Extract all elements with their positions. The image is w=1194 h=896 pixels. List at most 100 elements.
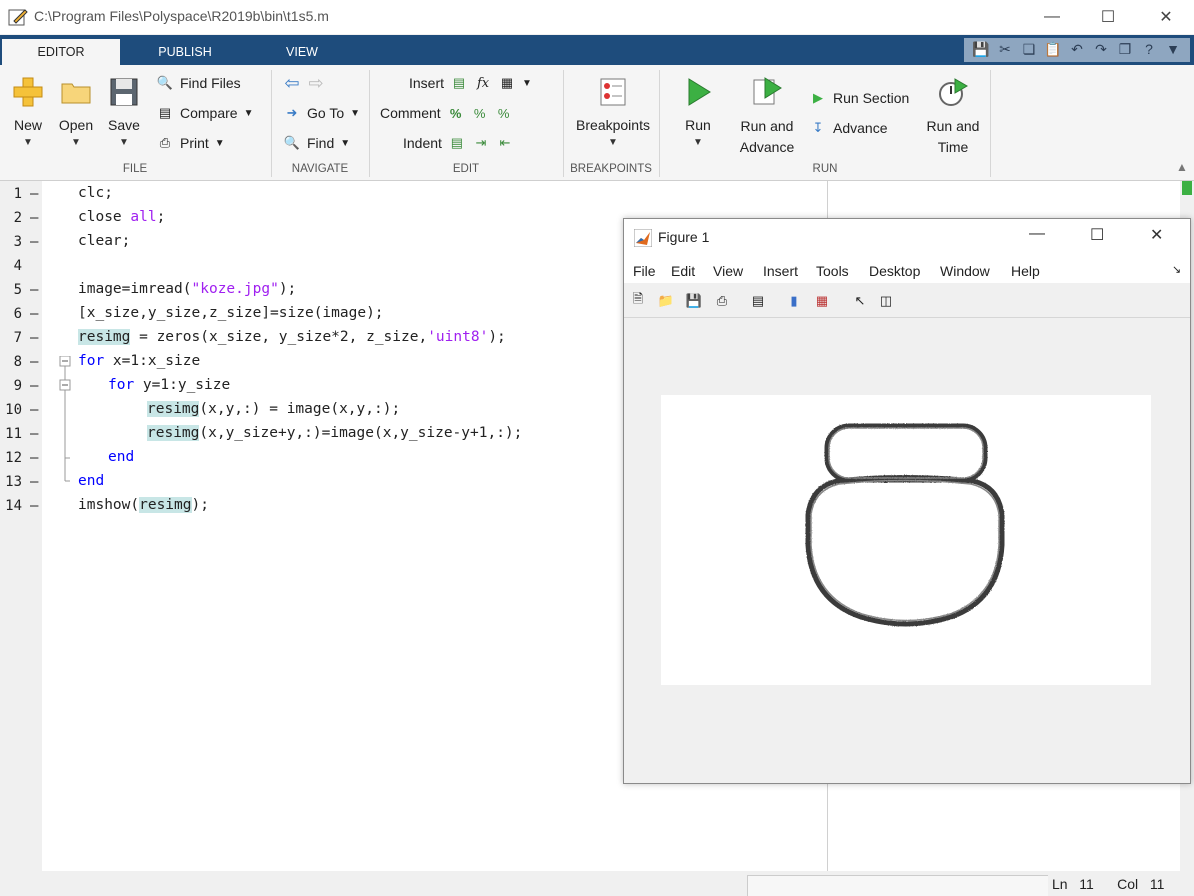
run-and-time-button[interactable]: Run and Time [922, 76, 984, 158]
cursor-arrow-icon[interactable]: ↖ [850, 291, 870, 311]
menu-edit[interactable]: Edit [671, 263, 695, 279]
help-icon[interactable]: ? [1138, 38, 1160, 60]
print-button[interactable]: ⎙ Print ▼ [156, 134, 225, 152]
figure-toolbar: 🗎 📁 💾 ⎙ ▤ ▮ ▦ ↖ ◫ [624, 283, 1190, 318]
breakpoint-marker[interactable]: – [30, 210, 38, 226]
redo-icon[interactable]: ↷ [1090, 38, 1112, 60]
breakpoints-button[interactable]: Breakpoints ▼ [570, 76, 656, 148]
comment-label: Comment [380, 105, 441, 121]
code-text: y=1:y_size [134, 377, 231, 393]
find-button[interactable]: 🔍 Find ▼ [283, 134, 350, 152]
chevron-down-icon: ▼ [71, 137, 81, 148]
save-figure-icon[interactable]: 💾 [684, 291, 704, 311]
compare-button[interactable]: ▤ Compare ▼ [156, 104, 254, 122]
menu-insert[interactable]: Insert [763, 263, 798, 279]
breakpoint-marker[interactable]: – [30, 330, 38, 346]
run-button[interactable]: Run ▼ [676, 76, 720, 148]
breakpoint-marker[interactable]: – [30, 426, 38, 442]
breakpoint-marker[interactable]: – [30, 234, 38, 250]
go-to-button[interactable]: ➜ Go To ▼ [283, 104, 360, 122]
forward-arrow-icon[interactable]: ⇨ [307, 73, 325, 93]
insert-legend-icon[interactable]: ▦ [812, 291, 832, 311]
breakpoint-marker[interactable]: – [30, 186, 38, 202]
code-text: clc; [78, 185, 113, 201]
open-file-icon[interactable]: 📁 [656, 291, 676, 311]
code-line: for x=1:x_size [78, 353, 200, 369]
fx-icon[interactable]: fx [474, 74, 492, 92]
property-editor-icon[interactable]: ◫ [876, 291, 896, 311]
maximize-button[interactable]: ☐ [1085, 0, 1131, 34]
figure-maximize-button[interactable]: ☐ [1090, 225, 1104, 245]
new-figure-icon[interactable]: 🗎 [628, 291, 648, 311]
back-arrow-icon[interactable]: ⇦ [283, 73, 301, 93]
chevron-down-icon[interactable]: ▼ [522, 78, 532, 89]
advance-button[interactable]: ↧ Advance [809, 119, 888, 137]
back-forward-buttons[interactable]: ⇦ ⇨ [283, 73, 325, 93]
dock-arrow-icon[interactable]: ↘ [1172, 263, 1181, 276]
insert-colorbar-icon[interactable]: ▮ [784, 291, 804, 311]
breakpoint-marker[interactable]: – [30, 450, 38, 466]
figure-minimize-button[interactable]: — [1029, 225, 1045, 243]
menu-desktop[interactable]: Desktop [869, 263, 920, 279]
copy-icon[interactable]: ❏ [1018, 38, 1040, 60]
smart-indent-icon[interactable]: ▤ [448, 134, 466, 152]
print-figure-icon[interactable]: ⎙ [712, 291, 732, 311]
print-label: Print [180, 135, 209, 151]
insert-section-icon[interactable]: ▤ [450, 74, 468, 92]
close-button[interactable]: ✕ [1143, 0, 1189, 34]
tab-publish[interactable]: PUBLISH [130, 39, 240, 65]
insert-function-icon[interactable]: ▦ [498, 74, 516, 92]
decrease-indent-icon[interactable]: ⇤ [496, 134, 514, 152]
paste-icon[interactable]: 📋 [1042, 38, 1064, 60]
highlighted-variable: resimg [147, 425, 200, 441]
open-button[interactable]: Open ▼ [54, 76, 98, 148]
separator [369, 70, 370, 177]
run-and-advance-button[interactable]: Run and Advance [734, 76, 800, 158]
line-number: 8 [13, 354, 22, 370]
figure-close-button[interactable]: ✕ [1150, 225, 1163, 245]
code-text: x=1:x_size [104, 353, 201, 369]
tab-view[interactable]: VIEW [250, 39, 354, 65]
run-and-advance-label-line2: Advance [739, 139, 795, 155]
run-and-advance-label-line1: Run and [740, 118, 794, 134]
breakpoint-marker[interactable]: – [30, 402, 38, 418]
collapse-toolstrip-icon[interactable]: ▲ [1176, 160, 1188, 174]
wrap-comments-icon[interactable]: % [495, 104, 513, 122]
link-plot-icon[interactable]: ▤ [748, 291, 768, 311]
save-button[interactable]: Save ▼ [102, 76, 146, 148]
figure-title-bar[interactable]: Figure 1 — ☐ ✕ [624, 219, 1190, 255]
new-button[interactable]: New ▼ [6, 76, 50, 148]
run-section-icon: ▶ [813, 90, 823, 105]
breakpoint-marker[interactable]: – [30, 378, 38, 394]
breakpoint-marker[interactable]: – [30, 474, 38, 490]
line-number: 12 [5, 450, 22, 466]
customize-icon[interactable]: ▼ [1162, 38, 1184, 60]
highlighted-variable: resimg [147, 401, 200, 417]
breakpoint-marker[interactable]: – [30, 306, 38, 322]
uncomment-icon[interactable]: % [471, 104, 489, 122]
breakpoint-marker[interactable]: – [30, 354, 38, 370]
undo-icon[interactable]: ↶ [1066, 38, 1088, 60]
minimize-button[interactable]: — [1029, 0, 1075, 34]
find-files-button[interactable]: 🔍 Find Files [156, 74, 241, 92]
menu-tools[interactable]: Tools [816, 263, 849, 279]
cut-icon[interactable]: ✂ [994, 38, 1016, 60]
switch-windows-icon[interactable]: ❐ [1114, 38, 1136, 60]
menu-file[interactable]: File [633, 263, 656, 279]
save-icon[interactable]: 💾 [970, 38, 992, 60]
breakpoint-marker[interactable]: – [30, 498, 38, 514]
code-line: end [78, 473, 104, 489]
status-bar [0, 871, 1194, 896]
breakpoint-marker[interactable]: – [30, 282, 38, 298]
increase-indent-icon[interactable]: ⇥ [472, 134, 490, 152]
code-text: close [78, 209, 131, 225]
figure-image-axes[interactable] [661, 395, 1151, 685]
comment-icon[interactable]: % [447, 104, 465, 122]
tab-editor[interactable]: EDITOR [2, 39, 120, 65]
figure-window[interactable]: Figure 1 — ☐ ✕ File Edit View Insert Too… [623, 218, 1191, 784]
run-section-button[interactable]: ▶ Run Section [809, 89, 909, 107]
menu-window[interactable]: Window [940, 263, 990, 279]
menu-help[interactable]: Help [1011, 263, 1040, 279]
menu-view[interactable]: View [713, 263, 743, 279]
play-icon [688, 78, 711, 106]
